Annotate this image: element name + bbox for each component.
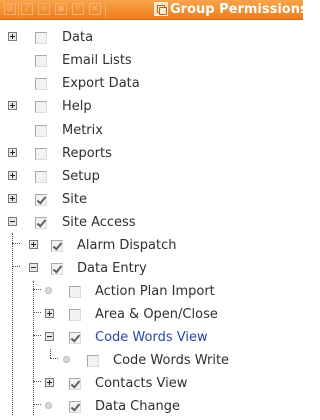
tree-item-reports[interactable]: Reports (0, 144, 303, 167)
tree-item-label: Action Plan Import (95, 284, 215, 299)
expand-icon[interactable] (8, 148, 17, 157)
tree-item-label: Help (62, 99, 92, 114)
tree-item-label: Area & Open/Close (95, 307, 218, 322)
group-permissions-icon (154, 2, 168, 16)
tree-item-label: Export Data (62, 76, 140, 91)
permission-checkbox[interactable] (69, 401, 81, 413)
permission-checkbox[interactable] (87, 355, 99, 367)
permission-checkbox[interactable] (51, 240, 63, 252)
tree-item-label: Metrix (62, 123, 103, 138)
tree-item-label: Data (62, 30, 94, 45)
leaf-icon (45, 402, 52, 409)
tree-item-label: Setup (62, 169, 100, 184)
collapse-icon[interactable] (29, 263, 38, 272)
collapse-icon[interactable] (8, 217, 17, 226)
tree-item-label: Contacts View (95, 376, 188, 391)
edit-icon[interactable]: ∕ (21, 3, 33, 15)
tree-item-label: Reports (62, 146, 112, 161)
tree-item-site-access[interactable]: Site Access (0, 213, 303, 236)
tree-item-label: Data Change (95, 399, 180, 414)
tree-item-data[interactable]: Data (0, 28, 303, 51)
toolbar-divider (105, 2, 106, 17)
tree-item-action-plan-import[interactable]: Action Plan Import (0, 282, 303, 305)
tree-item-label: Code Words Write (113, 353, 230, 368)
tree-item-help[interactable]: Help (0, 97, 303, 120)
tree-item-label: Site Access (62, 215, 136, 230)
collapse-icon[interactable] (45, 332, 54, 341)
permission-checkbox[interactable] (51, 263, 63, 275)
expand-icon[interactable] (45, 309, 54, 318)
tree-item-email-lists[interactable]: Email Lists (0, 51, 303, 74)
delete-icon[interactable]: × (89, 3, 101, 15)
tree-item-export-data[interactable]: Export Data (0, 74, 303, 97)
expand-icon[interactable] (8, 32, 17, 41)
toolbar-title: Group Permissions (170, 2, 308, 17)
permission-checkbox[interactable] (69, 286, 81, 298)
permission-checkbox[interactable] (69, 309, 81, 321)
permission-checkbox[interactable] (35, 125, 47, 137)
permission-checkbox[interactable] (69, 378, 81, 390)
toolbar-divider (18, 2, 19, 17)
tree-item-area-open-close[interactable]: Area & Open/Close (0, 305, 303, 328)
leaf-icon (45, 287, 52, 294)
permission-checkbox[interactable] (35, 55, 47, 67)
tree-item-label: Email Lists (62, 53, 132, 68)
tree-item-label: Code Words View (95, 330, 208, 345)
tree-item-label: Data Entry (77, 261, 147, 276)
permission-checkbox[interactable] (35, 217, 47, 229)
permissions-toolbar: ≡ ∕ + ▪ ▿ × Group Permissions (0, 0, 308, 20)
tree-item-setup[interactable]: Setup (0, 167, 303, 190)
permission-checkbox[interactable] (35, 194, 47, 206)
tree-item-data-entry[interactable]: Data Entry (0, 259, 303, 282)
tree-item-alarm-dispatch[interactable]: Alarm Dispatch (0, 236, 303, 259)
tree-item-site[interactable]: Site (0, 190, 303, 213)
leaf-icon (63, 356, 70, 363)
expand-icon[interactable] (45, 378, 54, 387)
tree-item-code-words-write[interactable]: Code Words Write (0, 351, 303, 374)
permission-checkbox[interactable] (35, 101, 47, 113)
permission-checkbox[interactable] (35, 148, 47, 160)
add-icon[interactable]: + (38, 3, 50, 15)
tree-item-data-change[interactable]: Data Change (0, 397, 303, 420)
tree-item-label: Alarm Dispatch (77, 238, 177, 253)
expand-icon[interactable] (29, 240, 38, 249)
filter-icon[interactable]: ▿ (72, 3, 84, 15)
expand-icon[interactable] (8, 194, 17, 203)
tree-item-metrix[interactable]: Metrix (0, 121, 303, 144)
tree-item-label: Site (62, 192, 87, 207)
permission-checkbox[interactable] (35, 32, 47, 44)
permission-checkbox[interactable] (35, 78, 47, 90)
tree-item-contacts-view[interactable]: Contacts View (0, 374, 303, 397)
expand-icon[interactable] (8, 171, 17, 180)
expand-icon[interactable] (8, 101, 17, 110)
permission-checkbox[interactable] (35, 171, 47, 183)
tree-item-code-words-view[interactable]: Code Words View (0, 328, 303, 351)
save-icon[interactable]: ▪ (55, 3, 67, 15)
permission-checkbox[interactable] (69, 332, 81, 344)
list-icon[interactable]: ≡ (4, 3, 16, 15)
